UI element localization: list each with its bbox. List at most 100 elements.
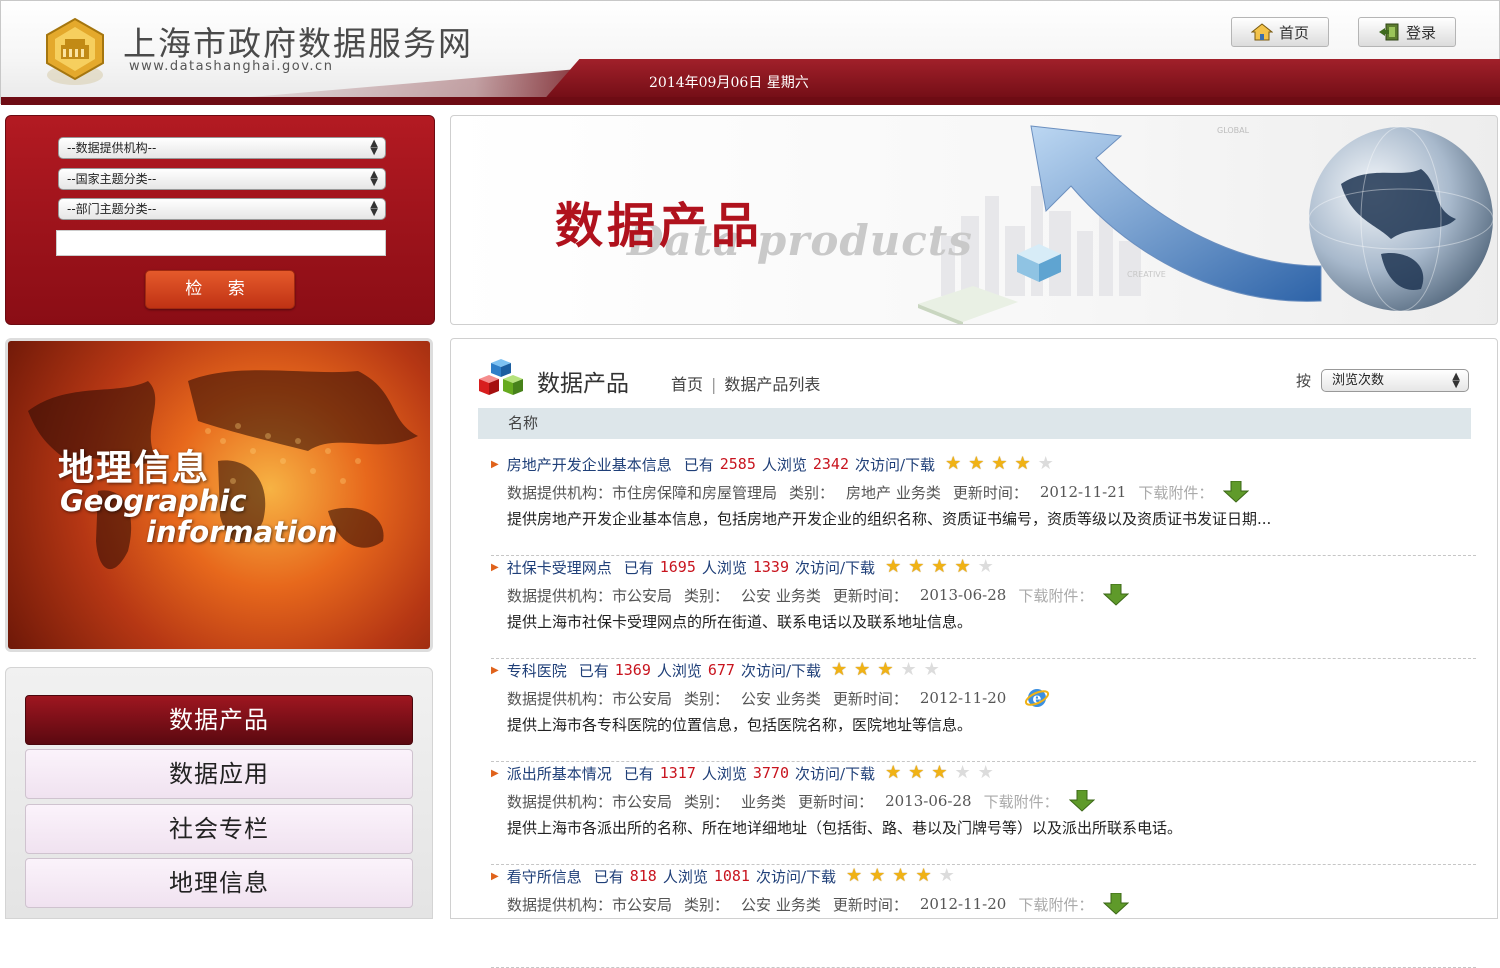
category-value: 公安 业务类 bbox=[741, 689, 821, 708]
views-prefix: 已有 bbox=[578, 661, 609, 680]
breadcrumb-separator: | bbox=[711, 375, 717, 394]
update-label: 更新时间： bbox=[798, 792, 874, 811]
star-filled-icon: ★ bbox=[915, 865, 932, 886]
logo-emblem-icon[interactable] bbox=[41, 15, 109, 89]
views-label: 人浏览 bbox=[701, 558, 747, 577]
views-prefix: 已有 bbox=[623, 764, 654, 783]
download-arrow-icon[interactable] bbox=[1223, 481, 1250, 503]
downloads-label: 次访问/下载 bbox=[740, 661, 822, 680]
category-label: 类别： bbox=[684, 895, 730, 914]
block-graphic bbox=[918, 286, 1018, 324]
ie-browser-icon[interactable]: e bbox=[1024, 686, 1050, 710]
product-description: 提供房地产开发企业基本信息，包括房地产开发企业的组织名称、资质证书编号，资质等级… bbox=[507, 510, 1272, 528]
update-value: 2012-11-20 bbox=[919, 895, 1007, 913]
bullet-triangle-icon: ▶ bbox=[491, 458, 499, 470]
select-arrows-icon: ▲ ▼ bbox=[370, 138, 378, 157]
data-products-banner[interactable]: GLOBAL CREATIVE Data products 数据产品 bbox=[450, 115, 1498, 325]
breadcrumb-home-link[interactable]: 首页 bbox=[671, 375, 703, 394]
views-prefix: 已有 bbox=[683, 455, 714, 474]
view-count: 2585 bbox=[719, 455, 756, 473]
product-name-link[interactable]: 房地产开发企业基本信息 bbox=[507, 454, 672, 475]
product-entry: ▶ 派出所基本情况 已有 1317 人浏览 3770 次访问/下载 ★ ★ ★ ★ ★ 数据提供机构：市… bbox=[491, 762, 1476, 865]
download-arrow-icon[interactable] bbox=[1068, 790, 1095, 812]
download-arrow-icon[interactable] bbox=[1103, 893, 1130, 915]
provider-value: 市公安局 bbox=[612, 689, 673, 708]
update-value: 2013-06-28 bbox=[919, 586, 1007, 604]
home-button[interactable]: 首页 bbox=[1231, 17, 1329, 47]
site-url: www.datashanghai.gov.cn bbox=[129, 59, 334, 74]
national-topic-select[interactable]: --国家主题分类-- ▲ ▼ bbox=[58, 168, 386, 190]
breadcrumb: 首页 | 数据产品列表 bbox=[671, 371, 820, 395]
provider-value: 市公安局 bbox=[612, 895, 673, 914]
product-name-link[interactable]: 看守所信息 bbox=[507, 866, 582, 887]
sort-select[interactable]: 浏览次数 ▲ ▼ bbox=[1321, 369, 1469, 392]
views-label: 人浏览 bbox=[761, 455, 807, 474]
bullet-triangle-icon: ▶ bbox=[491, 767, 499, 779]
star-filled-icon: ★ bbox=[885, 556, 902, 577]
nav-item-data-apps[interactable]: 数据应用 bbox=[25, 749, 413, 799]
views-prefix: 已有 bbox=[623, 558, 654, 577]
provider-value: 市公安局 bbox=[612, 792, 673, 811]
product-name-link[interactable]: 社保卡受理网点 bbox=[507, 557, 612, 578]
select-arrows-icon: ▲ ▼ bbox=[370, 199, 378, 218]
home-button-label: 首页 bbox=[1278, 23, 1309, 42]
login-button[interactable]: 登录 bbox=[1358, 17, 1456, 47]
provider-label: 数据提供机构： bbox=[507, 483, 613, 502]
national-topic-select-value: --国家主题分类-- bbox=[67, 172, 157, 186]
header-bottom-strip bbox=[1, 97, 1500, 105]
provider-select[interactable]: --数据提供机构-- ▲ ▼ bbox=[58, 137, 386, 159]
login-button-label: 登录 bbox=[1405, 23, 1436, 42]
update-label: 更新时间： bbox=[832, 895, 908, 914]
attachment-label: 下载附件： bbox=[983, 792, 1059, 811]
downloads-label: 次访问/下载 bbox=[795, 764, 876, 783]
category-label: 类别： bbox=[684, 689, 730, 708]
column-header-name[interactable]: 名称 bbox=[478, 408, 1471, 439]
provider-label: 数据提供机构： bbox=[507, 895, 613, 914]
globe-graphic bbox=[1308, 126, 1494, 312]
provider-label: 数据提供机构： bbox=[507, 792, 613, 811]
list-title: 数据产品 bbox=[537, 371, 629, 397]
star-filled-icon: ★ bbox=[877, 659, 894, 680]
product-description: 提供上海市各专科医院的位置信息，包括医院名称，医院地址等信息。 bbox=[507, 716, 973, 734]
search-button[interactable]: 检 索 bbox=[145, 270, 295, 309]
select-arrows-icon: ▲ ▼ bbox=[1452, 371, 1460, 390]
category-label: 类别： bbox=[789, 483, 835, 502]
star-filled-icon: ★ bbox=[954, 556, 971, 577]
dept-topic-select-value: --部门主题分类-- bbox=[67, 202, 157, 216]
downloads-label: 次访问/下载 bbox=[855, 455, 936, 474]
category-value: 公安 业务类 bbox=[741, 586, 821, 605]
nav-item-geo-info[interactable]: 地理信息 bbox=[25, 858, 413, 908]
category-value: 业务类 bbox=[741, 792, 787, 811]
star-filled-icon: ★ bbox=[854, 659, 871, 680]
star-filled-icon: ★ bbox=[1014, 453, 1031, 474]
view-count: 1369 bbox=[614, 661, 651, 679]
product-name-link[interactable]: 专科医院 bbox=[507, 660, 567, 681]
nav-item-data-products[interactable]: 数据产品 bbox=[25, 695, 413, 745]
nav-item-social-column[interactable]: 社会专栏 bbox=[25, 804, 413, 854]
star-empty-icon: ★ bbox=[938, 865, 955, 886]
download-arrow-icon[interactable] bbox=[1103, 584, 1130, 606]
banner-creative-text: CREATIVE bbox=[1127, 270, 1166, 279]
star-filled-icon: ★ bbox=[908, 762, 925, 783]
star-empty-icon: ★ bbox=[1037, 453, 1054, 474]
product-name-link[interactable]: 派出所基本情况 bbox=[507, 763, 612, 784]
dept-topic-select[interactable]: --部门主题分类-- ▲ ▼ bbox=[58, 198, 386, 220]
star-filled-icon: ★ bbox=[831, 659, 848, 680]
keyword-input[interactable] bbox=[56, 230, 386, 256]
star-filled-icon: ★ bbox=[945, 453, 962, 474]
bullet-triangle-icon: ▶ bbox=[491, 870, 499, 882]
product-entry: ▶ 社保卡受理网点 已有 1695 人浏览 1339 次访问/下载 ★ ★ ★ ★ ★ 数据提供机构：市… bbox=[491, 556, 1476, 659]
star-empty-icon: ★ bbox=[923, 659, 940, 680]
category-value: 房地产 业务类 bbox=[846, 483, 941, 502]
downloads-label: 次访问/下载 bbox=[755, 867, 837, 886]
views-label: 人浏览 bbox=[662, 867, 708, 886]
star-filled-icon: ★ bbox=[846, 865, 863, 886]
download-count: 677 bbox=[707, 661, 735, 679]
star-empty-icon: ★ bbox=[900, 659, 917, 680]
views-label: 人浏览 bbox=[701, 764, 747, 783]
geographic-info-promo[interactable]: 地理信息 Geographic information bbox=[5, 338, 433, 652]
bullet-triangle-icon: ▶ bbox=[491, 664, 499, 676]
view-count: 1317 bbox=[659, 764, 696, 782]
product-entry: ▶ 专科医院 已有 1369 人浏览 677 次访问/下载 ★ ★ ★ ★ ★ 数据提供机构： 市公安局类… bbox=[491, 659, 1476, 762]
login-door-icon bbox=[1378, 23, 1399, 41]
